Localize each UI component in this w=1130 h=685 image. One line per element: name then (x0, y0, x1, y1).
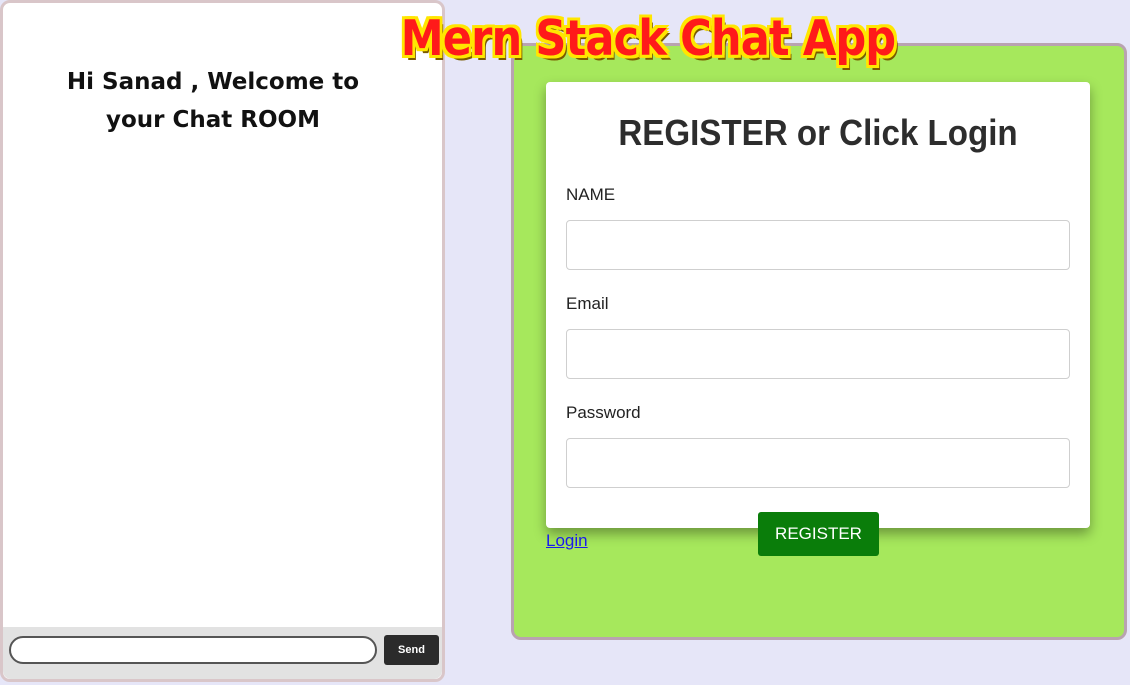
name-label: NAME (566, 185, 616, 204)
chat-message-input[interactable] (9, 636, 377, 664)
chat-welcome-message: Hi Sanad , Welcome to your Chat ROOM (66, 69, 360, 133)
chat-panel: Hi Sanad , Welcome to your Chat ROOM Sen… (0, 0, 445, 682)
send-button[interactable]: Send (384, 635, 439, 665)
password-label: Password (566, 403, 641, 422)
email-field[interactable] (566, 329, 1070, 379)
register-title: REGISTER or Click Login (618, 112, 1018, 153)
login-link[interactable]: Login (546, 531, 588, 551)
chat-input-bar: Send (3, 627, 442, 679)
name-field[interactable] (566, 220, 1070, 270)
email-label: Email (566, 294, 609, 313)
password-field[interactable] (566, 438, 1070, 488)
app-title-banner: Mern Stack Chat App (400, 9, 896, 67)
register-card: REGISTER or Click Login NAME Email Passw… (546, 82, 1090, 528)
register-button[interactable]: REGISTER (758, 512, 879, 556)
